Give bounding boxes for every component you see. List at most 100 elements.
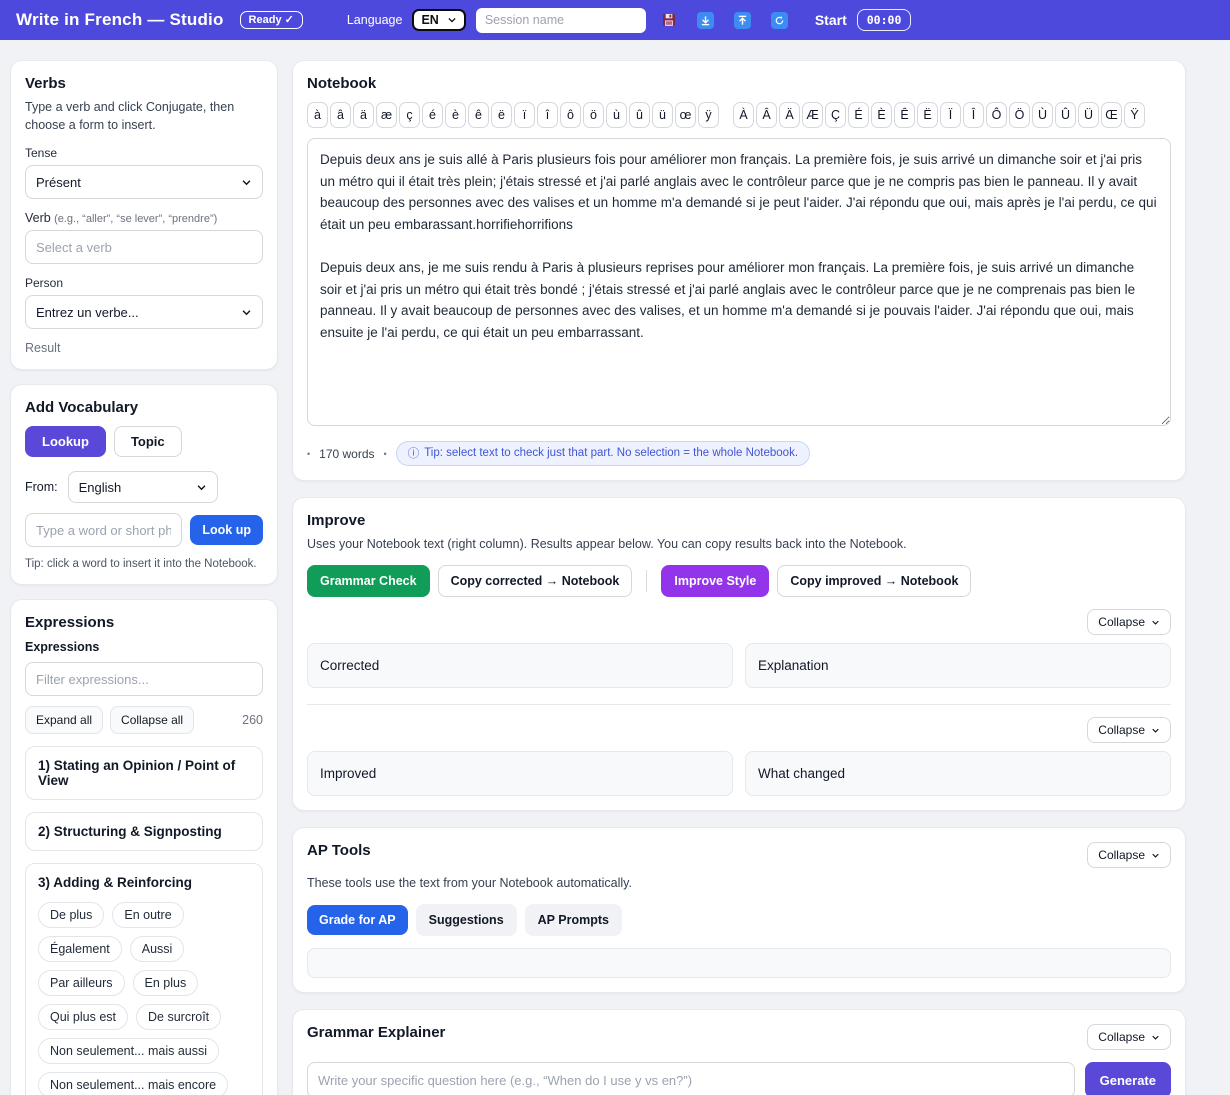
upload-button[interactable] — [734, 12, 751, 29]
vocabulary-tip: Tip: click a word to insert it into the … — [25, 558, 263, 570]
suggestions-button[interactable]: Suggestions — [416, 904, 517, 936]
expression-chip[interactable]: Par ailleurs — [38, 970, 125, 996]
expression-group-1[interactable]: 1) Stating an Opinion / Point of View — [25, 746, 263, 800]
reset-button[interactable] — [771, 12, 788, 29]
accent-button[interactable]: ù — [606, 102, 627, 128]
expand-all-button[interactable]: Expand all — [25, 706, 103, 734]
accent-button[interactable]: È — [871, 102, 892, 128]
accent-button[interactable]: À — [733, 102, 754, 128]
improve-style-button[interactable]: Improve Style — [661, 565, 769, 597]
expression-group-label[interactable]: 2) Structuring & Signposting — [38, 824, 250, 839]
accent-button[interactable]: Ÿ — [1124, 102, 1145, 128]
accent-button[interactable]: é — [422, 102, 443, 128]
session-timer: 00:00 — [857, 9, 912, 31]
filter-expressions-input[interactable] — [25, 662, 263, 696]
collapse-all-button[interactable]: Collapse all — [110, 706, 194, 734]
accent-button[interactable]: Æ — [802, 102, 823, 128]
accent-button[interactable]: ü — [652, 102, 673, 128]
accent-button[interactable]: ê — [468, 102, 489, 128]
expression-chip[interactable]: Non seulement... mais aussi — [38, 1038, 219, 1064]
accent-button[interactable]: Ë — [917, 102, 938, 128]
accent-button[interactable]: ä — [353, 102, 374, 128]
expression-chip[interactable]: De plus — [38, 902, 104, 928]
expression-chip[interactable]: De surcroît — [136, 1004, 221, 1030]
tab-lookup[interactable]: Lookup — [25, 426, 106, 457]
grammar-question-input[interactable] — [307, 1062, 1075, 1095]
tense-select[interactable]: Présent — [25, 165, 263, 199]
accent-button[interactable]: Ù — [1032, 102, 1053, 128]
accent-button[interactable]: ö — [583, 102, 604, 128]
person-select[interactable]: Entrez un verbe... — [25, 295, 263, 329]
accent-button[interactable]: Ï — [940, 102, 961, 128]
generate-button[interactable]: Generate — [1085, 1062, 1171, 1095]
download-button[interactable] — [697, 12, 714, 29]
result-label: Result — [25, 341, 263, 355]
expression-chip[interactable]: En outre — [112, 902, 183, 928]
grammar-check-button[interactable]: Grammar Check — [307, 565, 430, 597]
accent-button[interactable]: Œ — [1101, 102, 1122, 128]
accent-button[interactable]: Ü — [1078, 102, 1099, 128]
accent-button[interactable]: ÿ — [698, 102, 719, 128]
expression-chip[interactable]: Aussi — [130, 936, 185, 962]
expression-chip[interactable]: En plus — [133, 970, 199, 996]
accent-button[interactable]: â — [330, 102, 351, 128]
expression-chip[interactable]: Qui plus est — [38, 1004, 128, 1030]
accent-button[interactable]: à — [307, 102, 328, 128]
copy-corrected-button[interactable]: Copy corrected → Notebook — [438, 565, 633, 597]
accent-button[interactable]: Î — [963, 102, 984, 128]
accent-button[interactable]: æ — [376, 102, 397, 128]
expression-group-label[interactable]: 1) Stating an Opinion / Point of View — [38, 758, 250, 788]
tense-label: Tense — [25, 146, 263, 160]
expression-group-2[interactable]: 2) Structuring & Signposting — [25, 812, 263, 851]
accent-button[interactable]: Ê — [894, 102, 915, 128]
expressions-card: Expressions Expressions Expand all Colla… — [10, 599, 278, 1095]
chevron-down-icon — [1151, 618, 1160, 627]
notebook-textarea[interactable]: Depuis deux ans je suis allé à Paris plu… — [307, 138, 1171, 426]
ready-badge: Ready ✓ — [240, 11, 303, 29]
chevron-down-icon — [241, 177, 252, 188]
upload-icon — [734, 12, 751, 29]
accent-button[interactable]: û — [629, 102, 650, 128]
vocabulary-search-input[interactable] — [25, 513, 182, 547]
person-label: Person — [25, 276, 263, 290]
from-language-select[interactable]: English — [68, 471, 218, 503]
accent-button[interactable]: ï — [514, 102, 535, 128]
look-up-button[interactable]: Look up — [190, 515, 263, 545]
expression-group-label[interactable]: 3) Adding & Reinforcing — [38, 875, 250, 890]
accent-button[interactable]: Ç — [825, 102, 846, 128]
language-select[interactable]: EN — [412, 9, 465, 31]
accent-button[interactable]: Ä — [779, 102, 800, 128]
chevron-down-icon — [241, 307, 252, 318]
accent-button[interactable]: É — [848, 102, 869, 128]
collapse-grammar-explainer-button[interactable]: Collapse — [1087, 1024, 1171, 1050]
ap-tools-result-panel — [307, 948, 1171, 978]
grade-for-ap-button[interactable]: Grade for AP — [307, 905, 408, 935]
accent-button[interactable]: è — [445, 102, 466, 128]
accent-button[interactable]: ô — [560, 102, 581, 128]
notebook-card: Notebook àâäæçéèêëïîôöùûüœÿ ÀÂÄÆÇÉÈÊËÏÎÔ… — [292, 60, 1186, 481]
ap-prompts-button[interactable]: AP Prompts — [525, 904, 622, 936]
accent-button[interactable]: î — [537, 102, 558, 128]
expression-chip[interactable]: Non seulement... mais encore — [38, 1072, 228, 1095]
accent-button[interactable]: Û — [1055, 102, 1076, 128]
accent-button[interactable]: ç — [399, 102, 420, 128]
session-name-input[interactable] — [476, 8, 646, 33]
from-language-value: English — [79, 480, 122, 495]
verb-input[interactable] — [25, 230, 263, 264]
start-button[interactable]: Start — [815, 12, 847, 28]
main-column: Notebook àâäæçéèêëïîôöùûüœÿ ÀÂÄÆÇÉÈÊËÏÎÔ… — [292, 60, 1186, 1095]
collapse-corrected-button[interactable]: Collapse — [1087, 609, 1171, 635]
word-count: 170 words — [319, 447, 374, 461]
tab-topic[interactable]: Topic — [114, 426, 182, 457]
accent-button[interactable]: Ö — [1009, 102, 1030, 128]
expression-chip[interactable]: Également — [38, 936, 122, 962]
accent-button[interactable]: œ — [675, 102, 696, 128]
from-label: From: — [25, 480, 58, 494]
accent-button[interactable]: ë — [491, 102, 512, 128]
accent-button[interactable]: Â — [756, 102, 777, 128]
save-button[interactable] — [661, 12, 677, 28]
collapse-ap-tools-button[interactable]: Collapse — [1087, 842, 1171, 868]
copy-improved-button[interactable]: Copy improved → Notebook — [777, 565, 971, 597]
accent-button[interactable]: Ô — [986, 102, 1007, 128]
collapse-improved-button[interactable]: Collapse — [1087, 717, 1171, 743]
